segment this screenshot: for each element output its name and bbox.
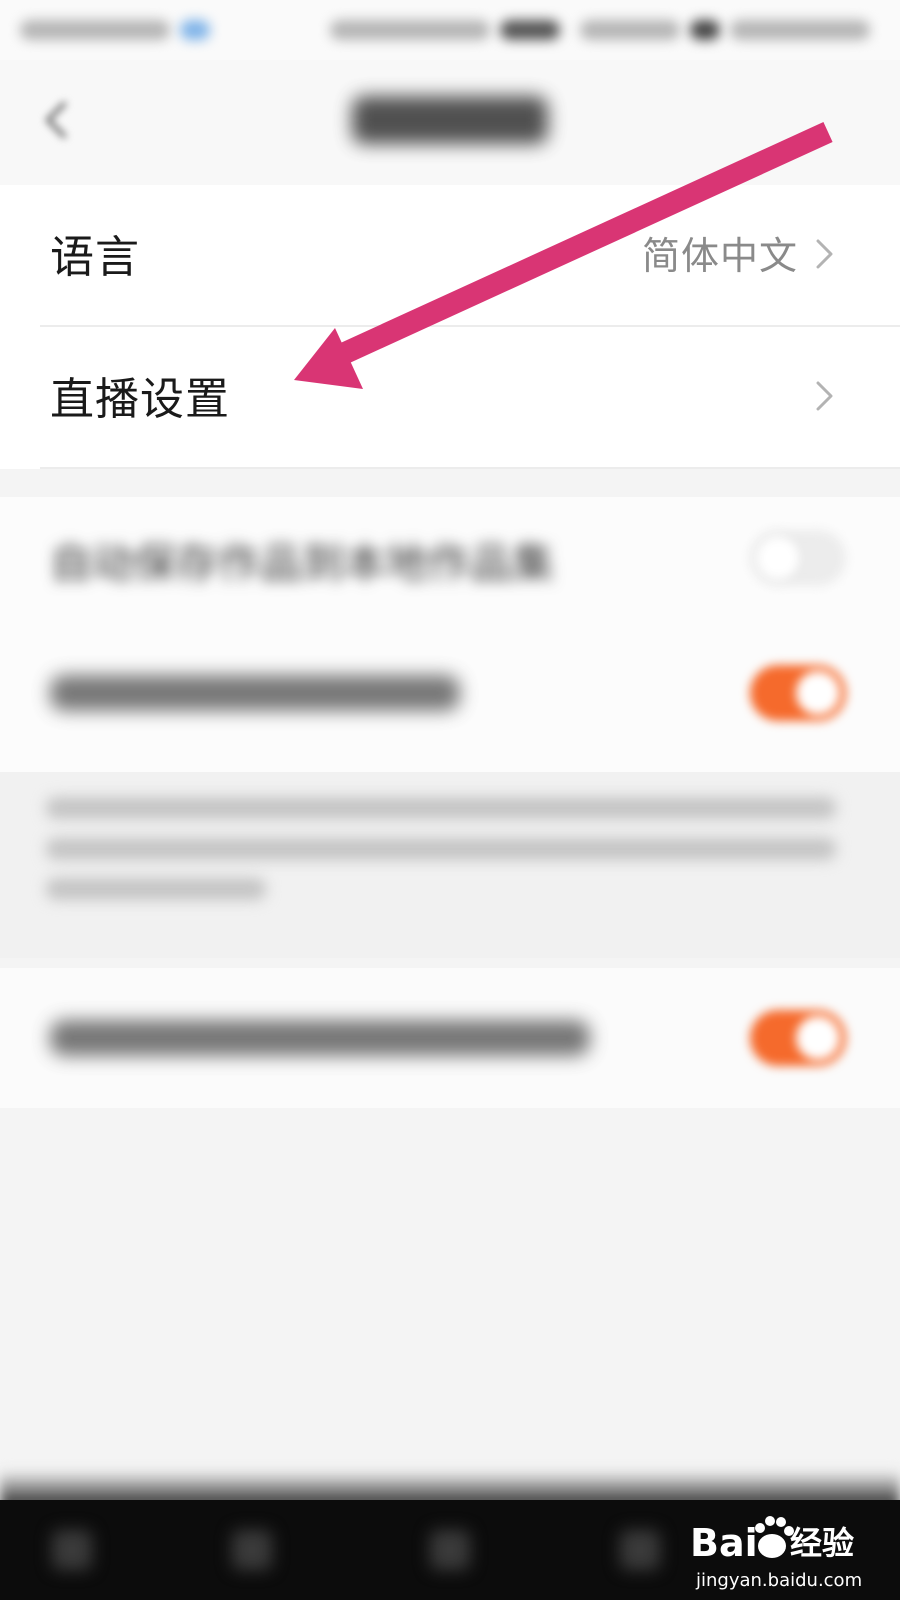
page-title [352, 96, 548, 144]
recent-apps-icon[interactable] [620, 1530, 660, 1570]
settings-group-upload: 自动保存作品到本地作品集 [0, 497, 900, 772]
baidu-jingyan-watermark: Bai 经验 jingyan.baidu.com [690, 1516, 862, 1591]
auto-save-toggle[interactable] [750, 530, 846, 586]
status-bar [0, 0, 900, 60]
upload-note [0, 772, 900, 958]
baidu-logo-text: Bai [690, 1521, 758, 1565]
language-label: 语言 [50, 232, 140, 283]
back-arrow-icon[interactable] [44, 102, 68, 138]
chevron-right-icon [816, 381, 833, 411]
share-option-toggle[interactable] [750, 1010, 846, 1066]
auto-save-label: 自动保存作品到本地作品集 [50, 539, 555, 588]
share-option-label [50, 1020, 590, 1056]
home-icon[interactable] [430, 1530, 470, 1570]
settings-group-share [0, 968, 900, 1108]
settings-group-general: 语言 简体中文 直播设置 [0, 185, 900, 469]
screen: 语言 简体中文 直播设置 自动保存作品到本地作品集 Bai 经验 jingyan… [0, 0, 900, 1600]
paw-icon [755, 1516, 794, 1558]
row-divider [40, 467, 900, 469]
language-row[interactable]: 语言 简体中文 [0, 185, 900, 325]
live-settings-label: 直播设置 [50, 374, 230, 425]
wifi-upload-toggle[interactable] [750, 665, 846, 721]
wifi-upload-label [50, 675, 460, 711]
back-icon[interactable] [232, 1530, 272, 1570]
menu-icon[interactable] [52, 1530, 92, 1570]
watermark-url: jingyan.baidu.com [695, 1570, 862, 1591]
chevron-right-icon [816, 239, 833, 269]
jingyan-logo-text: 经验 [790, 1524, 854, 1562]
live-settings-row[interactable]: 直播设置 [0, 327, 900, 467]
language-value: 简体中文 [641, 234, 798, 278]
